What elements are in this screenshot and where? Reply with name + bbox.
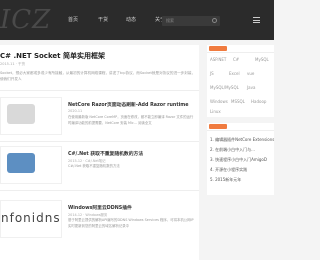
post-item[interactable]: nfonidns Windows阿里云DDNS插件 2014-12 · Wind… xyxy=(0,200,199,241)
main-content: C# .NET Socket 简单实用框架 2015-11 · 干货 Socke… xyxy=(0,45,199,260)
tag-link[interactable]: MySQL xyxy=(255,57,269,62)
recent-post-link[interactable]: 1. 编辑器插件NetCore Extensions xyxy=(210,137,274,143)
recent-post-link[interactable]: 5. 2015新年元年 xyxy=(210,177,274,183)
featured-post-meta: 2015-11 · 干货 xyxy=(0,62,25,66)
tag-link[interactable]: MySQL/MySQL xyxy=(210,85,239,90)
post-item[interactable]: NetCore Razor页面动态刷新-Add Razor runtime 20… xyxy=(0,97,199,138)
post-item[interactable]: C#/.Net 获取不重复随机数的方法 2015-12 · C#/.Net笔记 … xyxy=(0,146,199,187)
search-icon[interactable] xyxy=(212,18,217,23)
tag-link[interactable]: Linux xyxy=(210,109,221,114)
recent-post-link[interactable]: 4. 开源在小程序实践 xyxy=(210,167,274,173)
sidebar: ASP.NET C# MySQL JS Excel vue MySQL/MySQ… xyxy=(207,45,274,260)
tag-link[interactable]: Java xyxy=(247,85,255,90)
tag-link[interactable]: Hadoop xyxy=(251,99,266,104)
recent-post-link[interactable]: 2. 在前端小白中入门与... xyxy=(210,147,274,153)
featured-post-excerpt: Socket，想必大家都或多或少有所接触，从最初的计算机网络课程，讲述了tcp协… xyxy=(0,71,196,81)
tag-link[interactable]: Windows xyxy=(210,99,228,104)
divider xyxy=(0,90,199,91)
post-meta: 2020-11 xyxy=(68,109,83,113)
post-excerpt: 在使用最新版 NetCore CoreMP，页面在修改，都不能立即编译 Razo… xyxy=(68,115,194,125)
thumbnail-logo-text: nfonidns xyxy=(1,211,61,225)
panel-header xyxy=(207,123,274,131)
thumbnail-image xyxy=(7,153,35,173)
post-meta: 2014-12 · Windows服务 xyxy=(68,213,108,217)
panel-header xyxy=(207,45,274,53)
panel-header-tab xyxy=(209,124,227,129)
tag-link[interactable]: JS xyxy=(210,71,214,76)
nav-item-news[interactable]: 动态 xyxy=(116,0,146,40)
recent-post-link[interactable]: 3. 快速程序小白中入门AmigoD xyxy=(210,157,274,163)
tag-link[interactable]: Excel xyxy=(229,71,240,76)
post-meta: 2015-12 · C#/.Net笔记 xyxy=(68,159,106,163)
tag-link[interactable]: vue xyxy=(247,71,254,76)
header-bar: ICZ 首页 干货 动态 关于 搜索 xyxy=(0,0,274,40)
post-title[interactable]: C#/.Net 获取不重复随机数的方法 xyxy=(68,150,143,157)
post-thumbnail[interactable]: nfonidns xyxy=(0,200,62,238)
menu-icon[interactable] xyxy=(253,17,260,23)
post-title[interactable]: NetCore Razor页面动态刷新-Add Razor runtime xyxy=(68,101,189,108)
tag-link[interactable]: MSSQL xyxy=(231,99,245,104)
post-thumbnail[interactable] xyxy=(0,146,62,184)
nav-item-home[interactable]: 首页 xyxy=(58,0,88,40)
tag-link[interactable]: ASP.NET xyxy=(210,57,226,62)
divider xyxy=(0,141,199,142)
nav-item-dry-goods[interactable]: 干货 xyxy=(88,0,118,40)
post-excerpt: C#/.Net 获取不重复随机数的方法 xyxy=(68,164,120,168)
tag-cloud-panel: ASP.NET C# MySQL JS Excel vue MySQL/MySQ… xyxy=(207,45,274,117)
tag-link[interactable]: C# xyxy=(233,57,239,62)
divider xyxy=(0,190,199,191)
post-thumbnail[interactable] xyxy=(0,97,62,135)
post-title[interactable]: Windows阿里云DDNS插件 xyxy=(68,204,132,211)
site-logo[interactable]: ICZ xyxy=(0,5,51,35)
featured-post-title[interactable]: C# .NET Socket 简单实用框架 xyxy=(0,51,105,61)
thumbnail-image xyxy=(7,104,35,124)
panel-header-tab xyxy=(209,46,227,51)
recent-posts-panel: 1. 编辑器插件NetCore Extensions 2. 在前端小白中入门与.… xyxy=(207,123,274,195)
post-excerpt: 基于阿里云提供的解析API编写的DDNS Windows Services 程序… xyxy=(68,218,194,228)
